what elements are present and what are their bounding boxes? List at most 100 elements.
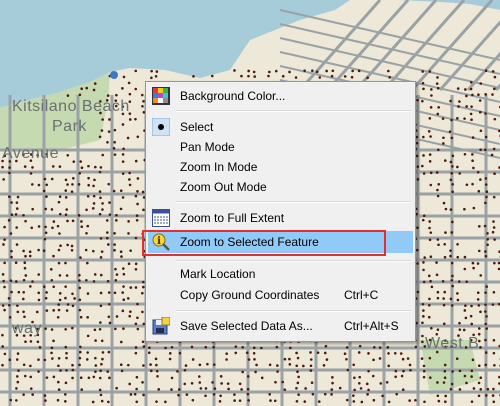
building-dot	[436, 290, 440, 294]
building-dot	[436, 76, 439, 79]
building-dot	[142, 393, 145, 397]
building-dot	[492, 290, 496, 294]
building-dot	[7, 219, 11, 222]
building-dot	[100, 339, 104, 343]
building-dot	[58, 232, 61, 235]
building-dot	[129, 393, 133, 396]
building-dot	[86, 334, 90, 338]
building-dot	[50, 177, 54, 181]
building-dot	[400, 374, 404, 378]
building-dot	[23, 374, 27, 378]
building-dot	[64, 285, 67, 288]
building-dot	[115, 93, 118, 97]
building-dot	[234, 351, 238, 355]
menu-item-zoom-out-mode[interactable]: Zoom Out Mode	[148, 176, 413, 198]
building-dot	[66, 219, 69, 223]
building-dot	[365, 382, 369, 386]
building-dot	[15, 226, 18, 229]
menu-item-zoom-full-extent[interactable]: Zoom to Full Extent	[148, 207, 413, 229]
building-dot	[435, 273, 439, 277]
building-dot	[490, 153, 494, 157]
building-dot	[247, 69, 250, 73]
building-dot	[80, 220, 83, 223]
building-dot	[119, 189, 123, 192]
building-dot	[86, 315, 89, 319]
building-dot	[401, 388, 405, 392]
menu-item-shortcut: Ctrl+C	[344, 288, 379, 302]
building-dot	[317, 400, 321, 403]
building-dot	[128, 183, 132, 187]
building-dot	[24, 274, 28, 277]
menu-item-label: Copy Ground Coordinates	[180, 288, 320, 302]
building-dot	[92, 194, 96, 198]
building-dot	[52, 309, 55, 312]
menu-item-copy-ground-coordinates[interactable]: Copy Ground Coordinates Ctrl+C	[148, 284, 413, 306]
building-dot	[360, 400, 364, 404]
menu-item-pan-mode[interactable]: Pan Mode	[148, 136, 413, 158]
building-dot	[422, 268, 425, 272]
building-dot	[22, 290, 26, 294]
menu-separator	[176, 310, 411, 312]
building-dot	[78, 363, 81, 367]
building-dot	[135, 387, 138, 391]
building-dot	[168, 352, 172, 355]
menu-item-mark-location[interactable]: Mark Location	[148, 263, 413, 285]
building-dot	[260, 376, 264, 380]
building-dot	[464, 304, 467, 307]
building-dot	[456, 87, 460, 90]
menu-item-select[interactable]: Select	[148, 116, 413, 138]
building-dot	[92, 184, 95, 188]
building-dot	[422, 87, 425, 91]
building-dot	[428, 220, 432, 223]
building-dot	[477, 189, 481, 193]
building-dot	[44, 231, 48, 235]
menu-item-save-selected-data[interactable]: Save Selected Data As... Ctrl+Alt+S	[148, 315, 413, 337]
building-dot	[455, 357, 459, 360]
building-dot	[127, 81, 131, 85]
building-dot	[134, 346, 138, 349]
building-dot	[87, 183, 90, 187]
building-dot	[80, 166, 84, 170]
menu-item-label: Zoom to Full Extent	[180, 211, 285, 225]
building-dot	[402, 369, 405, 373]
menu-separator	[176, 201, 411, 203]
building-dot	[10, 201, 13, 204]
building-dot	[324, 344, 328, 348]
building-dot	[94, 364, 98, 367]
building-dot	[122, 147, 125, 151]
building-dot	[1, 333, 4, 337]
building-dot	[93, 328, 97, 332]
building-dot	[141, 104, 144, 108]
building-dot	[87, 176, 90, 180]
building-dot	[17, 290, 21, 294]
menu-item-zoom-in-mode[interactable]: Zoom In Mode	[148, 156, 413, 178]
building-dot	[99, 369, 102, 373]
building-dot	[345, 357, 348, 361]
menu-item-background-color[interactable]: Background Color...	[148, 85, 413, 107]
building-dot	[422, 154, 425, 157]
building-dot	[366, 393, 369, 396]
building-dot	[16, 380, 20, 384]
building-dot	[3, 261, 6, 265]
building-dot	[428, 376, 432, 379]
building-dot	[79, 376, 83, 380]
building-dot	[101, 118, 104, 121]
building-dot	[304, 387, 307, 390]
building-dot	[450, 279, 454, 282]
building-dot	[64, 196, 68, 199]
building-dot	[448, 130, 452, 133]
building-dot	[295, 364, 299, 368]
building-dot	[58, 195, 62, 198]
building-dot	[190, 345, 194, 349]
building-dot	[422, 309, 425, 312]
building-dot	[42, 189, 46, 193]
building-dot	[296, 356, 300, 360]
building-dot	[399, 352, 403, 355]
building-dot	[464, 316, 468, 320]
building-dot	[385, 380, 389, 384]
building-dot	[294, 76, 298, 79]
building-dot	[128, 171, 131, 175]
building-dot	[233, 399, 236, 402]
building-dot	[58, 298, 62, 302]
building-dot	[113, 128, 117, 132]
